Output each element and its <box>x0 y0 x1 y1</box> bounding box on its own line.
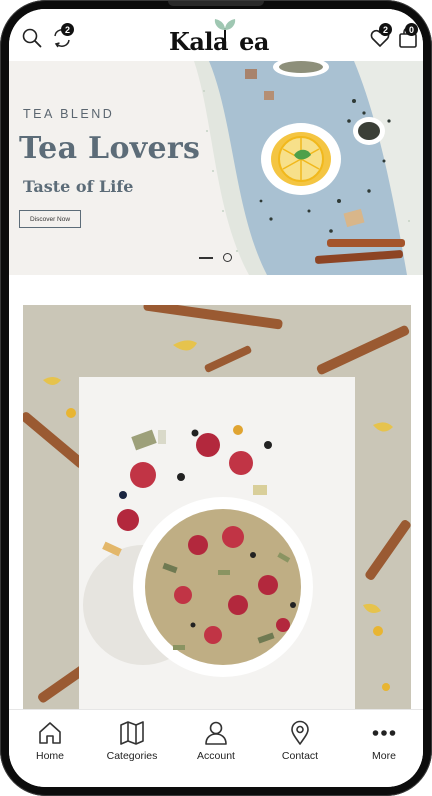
nav-item-home[interactable]: Home <box>9 720 91 762</box>
home-icon <box>39 722 61 744</box>
nav-item-categories[interactable]: Categories <box>91 720 173 762</box>
location-pin-icon <box>291 720 309 745</box>
compare-button[interactable]: 2 <box>51 23 74 49</box>
discover-now-button[interactable]: Discover Now <box>19 210 81 228</box>
more-dots-icon <box>372 730 396 736</box>
carousel-dot-active[interactable] <box>199 256 213 259</box>
hero-banner[interactable]: TEA BLEND Tea Lovers Taste of Life Disco… <box>9 61 423 275</box>
nav-label-contact: Contact <box>281 750 319 762</box>
nav-label-account: Account <box>197 750 235 762</box>
cart-count-badge: 0 <box>405 23 418 36</box>
phone-notch <box>168 1 264 6</box>
nav-item-contact[interactable]: Contact <box>259 720 341 762</box>
phone-frame: 2 Kala ea 2 0 TEA BLEND Tea Lovers Taste… <box>0 0 432 796</box>
hero-subtitle: Taste of Life <box>23 177 134 196</box>
nav-label-more: More <box>372 750 396 762</box>
wishlist-button[interactable]: 2 <box>369 23 392 49</box>
wishlist-count-badge: 2 <box>379 23 392 36</box>
nav-label-categories: Categories <box>106 750 158 762</box>
app-header: 2 Kala ea 2 0 <box>9 9 423 61</box>
tea-leaf-logo-icon <box>214 19 236 47</box>
nav-item-more[interactable]: More <box>343 720 423 762</box>
app-screen: 2 Kala ea 2 0 TEA BLEND Tea Lovers Taste… <box>9 9 423 787</box>
hero-title: Tea Lovers <box>19 131 201 166</box>
compare-count-badge: 2 <box>61 23 74 36</box>
hero-eyebrow: TEA BLEND <box>23 107 115 121</box>
product-image-banner[interactable] <box>23 305 411 709</box>
user-icon <box>205 721 227 745</box>
logo-text-ea: ea <box>239 27 269 56</box>
search-icon[interactable] <box>21 27 43 49</box>
nav-label-home: Home <box>35 750 64 762</box>
cart-button[interactable]: 0 <box>397 23 419 49</box>
carousel-indicators <box>199 253 232 262</box>
map-icon <box>120 721 144 745</box>
carousel-dot[interactable] <box>223 253 232 262</box>
nav-item-account[interactable]: Account <box>175 720 257 762</box>
tea-blend-photo <box>23 305 411 709</box>
bottom-navigation: Home Categories Account Contact More <box>9 709 423 787</box>
hero-tea-image <box>194 61 423 275</box>
